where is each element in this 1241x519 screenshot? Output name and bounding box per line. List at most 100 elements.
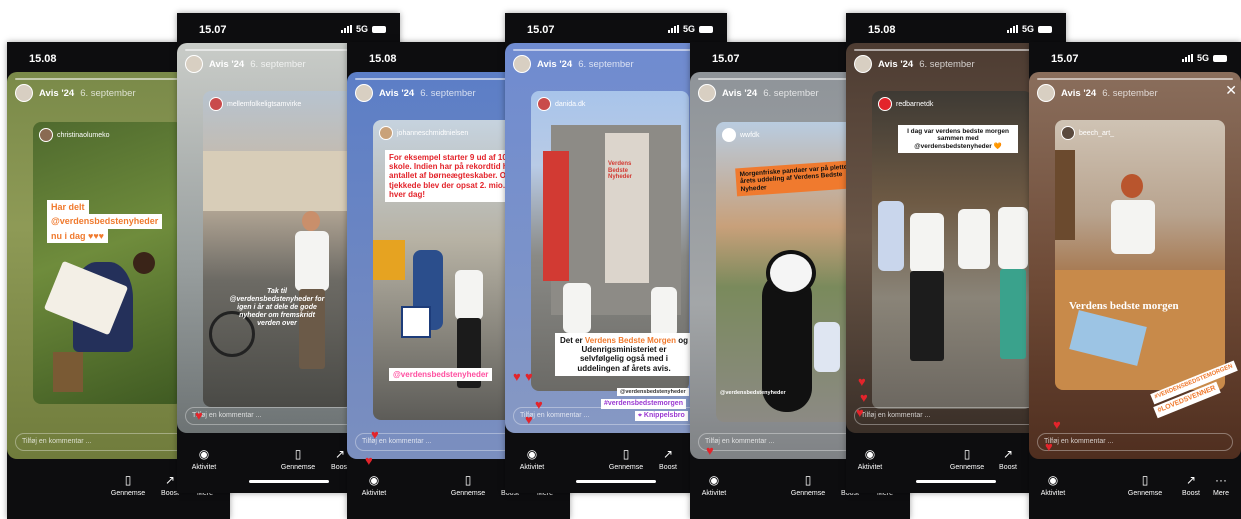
avatar (1061, 126, 1075, 140)
activity-button[interactable]: ◉ Aktivitet (690, 473, 738, 497)
photo-head (302, 211, 320, 231)
comment-input[interactable]: Tilføj en kommentar ... (1037, 433, 1233, 451)
eye-icon: ◉ (708, 473, 720, 487)
browse-button[interactable]: ▯ Gennemse (1121, 473, 1169, 497)
story-progress-bar (1037, 78, 1233, 80)
heart-icon: ♥ (856, 405, 864, 420)
eye-icon: ◉ (1047, 473, 1059, 487)
avatar (537, 97, 551, 111)
story-header: Avis '24 6. september (1037, 84, 1158, 102)
more-button[interactable]: ···Mere (1203, 473, 1239, 497)
activity-button[interactable]: ◉ Aktivitet (180, 447, 228, 471)
browse-button[interactable]: ▯ Gennemse (444, 473, 492, 497)
photo-person-4 (998, 207, 1028, 269)
status-time: 15.07 (712, 53, 740, 65)
activity-button[interactable]: ◉ Aktivitet (508, 447, 556, 471)
avatar (379, 126, 393, 140)
tagged-handle: redbarnetdk (896, 100, 934, 108)
comment-input[interactable]: Tilføj en kommentar ... (513, 407, 719, 425)
story-sticker: I dag var verdens bedste morgen sammen m… (898, 125, 1018, 154)
photo-person-2 (651, 287, 677, 337)
story-date: 6. september (763, 87, 819, 99)
close-icon[interactable]: ✕ (1225, 82, 1237, 99)
avatar (39, 128, 53, 142)
account-name: Avis '24 (39, 87, 75, 99)
browse-button[interactable]: ▯ Gennemse (602, 447, 650, 471)
tagged-account: mellemfolkeligtsamvirke (209, 97, 301, 111)
avatar (15, 84, 33, 102)
heart-icon: ♥ (371, 427, 379, 442)
photo-legs (910, 271, 944, 361)
photo-head (1121, 174, 1143, 198)
heart-icon: ♥ (365, 453, 373, 468)
status-bar: 15.07 5G (1029, 42, 1241, 72)
avatar (355, 84, 373, 102)
photo-person (563, 283, 591, 333)
status-bar: 15.07 5G (505, 13, 727, 43)
battery-icon (1213, 54, 1227, 62)
heart-icon: ♥ (706, 443, 714, 458)
photo-person (814, 322, 840, 372)
bus (373, 240, 405, 280)
signal-icon: 5G (1006, 24, 1052, 34)
billboard-left (543, 151, 569, 281)
avatar (513, 55, 531, 73)
story-sticker: Tak til @verdensbedstenyheder for igen i… (229, 288, 325, 328)
story-toolbar: ◉Aktivitet ▯Gennemse ↗Boost ···Mere (1029, 469, 1241, 511)
heart-icon: ♥ (858, 374, 866, 389)
battery-icon (1038, 25, 1052, 33)
tagged-account: redbarnetdk (878, 97, 933, 111)
heart-icon: ♥ (195, 408, 203, 423)
story-sticker: Det er Verdens Bedste Morgen og Udenrigs… (555, 333, 693, 376)
browse-icon: ▯ (124, 473, 132, 487)
browse-icon: ▯ (294, 447, 302, 461)
tagged-handle: johanneschmidtnielsen (397, 129, 469, 137)
browse-button[interactable]: ▯ Gennemse (784, 473, 832, 497)
tagged-account: christinaolumeko (39, 128, 110, 142)
avatar (854, 55, 872, 73)
heart-icon: ♥ (1053, 417, 1061, 432)
status-time: 15.08 (868, 24, 896, 36)
story-frame[interactable]: Avis '24 6. september ✕ beech_art_ Verde… (1029, 72, 1241, 459)
boost-button[interactable]: ↗Boost (644, 447, 692, 471)
status-time: 15.08 (29, 53, 57, 65)
tagged-account: danida.dk (537, 97, 585, 111)
account-name: Avis '24 (722, 87, 758, 99)
avatar (185, 55, 203, 73)
comment-input[interactable]: Tilføj en kommentar ... (854, 407, 1058, 425)
activity-button[interactable]: ◉ Aktivitet (846, 447, 894, 471)
story-title: Verdens bedste morgen (1069, 300, 1179, 312)
home-indicator (916, 480, 996, 483)
story-header: Avis '24 6. september (185, 55, 306, 73)
shelf (1055, 150, 1075, 240)
avatar (1037, 84, 1055, 102)
activity-button[interactable]: ◉ Aktivitet (1029, 473, 1077, 497)
tagged-handle: mellemfolkeligtsamvirke (227, 100, 302, 108)
story-date: 6. september (1102, 87, 1158, 99)
story-date: 6. september (919, 58, 975, 70)
home-indicator (248, 480, 329, 483)
boost-arrow-icon: ↗ (662, 447, 674, 461)
tagged-handle: beech_art_ (1079, 129, 1115, 137)
tagged-account: beech_art_ (1061, 126, 1114, 140)
activity-button[interactable]: ◉ Aktivitet (350, 473, 398, 497)
tagged-handle: wwfdk (740, 131, 760, 139)
status-bar: 15.08 5G (846, 13, 1066, 43)
reshared-post: beech_art_ (1055, 120, 1225, 390)
photo-head (133, 252, 155, 274)
browse-icon: ▯ (622, 447, 630, 461)
status-time: 15.08 (369, 53, 397, 65)
story-progress-bar (854, 49, 1058, 51)
browse-icon: ▯ (464, 473, 472, 487)
mention-sticker: @verdensbedstenyheder (617, 388, 689, 397)
boost-button[interactable]: ↗Boost (984, 447, 1032, 471)
status-time: 15.07 (199, 24, 227, 36)
browse-button[interactable]: ▯ Gennemse (274, 447, 322, 471)
story-date: 6. september (420, 87, 476, 99)
account-name: Avis '24 (878, 58, 914, 70)
battery-icon (699, 25, 713, 33)
story-date: 6. september (250, 58, 306, 70)
story-header: Avis '24 6. september (513, 55, 634, 73)
browse-button[interactable]: ▯ Gennemse (104, 473, 152, 497)
battery-icon (372, 25, 386, 33)
